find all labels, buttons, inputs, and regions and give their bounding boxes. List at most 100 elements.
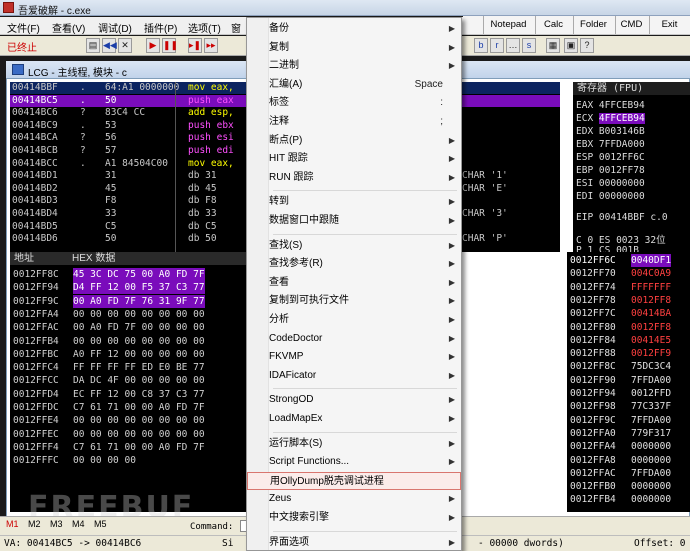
register-row[interactable]: ESI 00000000	[576, 178, 645, 189]
tab-calc[interactable]: Calc	[535, 16, 571, 34]
close-button[interactable]: ✕	[118, 38, 132, 53]
step-over-button[interactable]: ▸▸	[204, 38, 218, 53]
dump-row[interactable]: 0012FFCC DA DC 4F 00 00 00 00 00	[10, 374, 248, 387]
context-menu-item[interactable]: 注释;	[247, 113, 461, 131]
tab-cmd[interactable]: CMD	[615, 16, 647, 34]
context-menu-item[interactable]: RUN 跟踪 ▶	[247, 169, 461, 187]
context-menu-item[interactable]: HIT 跟踪 ▶	[247, 150, 461, 168]
menu-plugins[interactable]: 插件(P)	[144, 20, 177, 35]
context-menu-item[interactable]: 界面选项 ▶	[247, 534, 461, 551]
context-menu-item[interactable]: 汇编(A) Space	[247, 76, 461, 94]
stack-row[interactable]: 0012FF94 0012FFD	[567, 387, 690, 400]
dump-row[interactable]: 0012FFEC 00 00 00 00 00 00 00 00	[10, 428, 248, 441]
register-row[interactable]: C 0 ES 0023 32位	[576, 232, 666, 246]
register-value[interactable]: 00414BBF c.0	[599, 212, 668, 223]
context-menu-item[interactable]: 转到 ▶	[247, 193, 461, 211]
memory-dump-pane[interactable]: 0012FF8C 45 3C DC 75 00 A0 FD 7F 0012FF94 D…	[10, 252, 248, 512]
stack-row[interactable]: 0012FF88 0012FF9	[567, 347, 690, 360]
dump-row[interactable]: 0012FFB4 00 00 00 00 00 00 00 00	[10, 335, 248, 348]
register-row[interactable]: ESP 0012FF6C	[576, 152, 645, 163]
pause-button[interactable]: ❚❚	[162, 38, 178, 53]
tab-notepad[interactable]: Notepad	[483, 16, 533, 34]
context-menu-item[interactable]: 断点(P) ▶	[247, 132, 461, 150]
dump-row[interactable]: 0012FFFC 00 00 00 00	[10, 454, 248, 467]
dump-row[interactable]: 0012FFAC 00 A0 FD 7F 00 00 00 00	[10, 321, 248, 334]
register-value[interactable]: 00000000	[599, 178, 645, 189]
menu-options[interactable]: 选项(T)	[188, 20, 221, 35]
menu-file[interactable]: 文件(F)	[7, 20, 40, 35]
registers-button[interactable]: r	[490, 38, 504, 53]
context-menu-item[interactable]: 运行脚本(S) ▶	[247, 435, 461, 453]
context-menu-item[interactable]: 二进制 ▶	[247, 57, 461, 75]
context-menu-item[interactable]: 复制到可执行文件 ▶	[247, 292, 461, 310]
stack-row[interactable]: 0012FFB0 0000000	[567, 480, 690, 493]
tab-m1[interactable]: M1	[6, 519, 19, 529]
dump-row[interactable]: 0012FFDC C7 61 71 00 00 A0 FD 7F	[10, 401, 248, 414]
dump-row[interactable]: 0012FFBC A0 FF 12 00 00 00 00 00	[10, 348, 248, 361]
tab-m4[interactable]: M4	[72, 519, 85, 529]
dump-row[interactable]: 0012FFA4 00 00 00 00 00 00 00 00	[10, 308, 248, 321]
context-menu-item[interactable]: CodeDoctor ▶	[247, 330, 461, 348]
context-menu-item[interactable]: Zeus ▶	[247, 490, 461, 508]
stack-row[interactable]: 0012FFA4 0000000	[567, 440, 690, 453]
register-value[interactable]: 0012FF78	[599, 165, 645, 176]
tab-exit[interactable]: Exit	[649, 16, 689, 34]
register-row[interactable]: EDX B003146B	[576, 126, 645, 137]
context-menu-item[interactable]: 备份 ▶	[247, 20, 461, 38]
run-button[interactable]: ▶	[146, 38, 160, 53]
register-row[interactable]: EBX 7FFDA000	[576, 139, 645, 150]
stack-row[interactable]: 0012FF6C 0040DF1	[567, 254, 690, 267]
register-value[interactable]: 4FFCEB94	[599, 100, 645, 111]
context-menu-item[interactable]: StrongOD ▶	[247, 391, 461, 409]
context-menu-item[interactable]: LoadMapEx ▶	[247, 410, 461, 428]
register-value[interactable]: 4FFCEB94	[598, 113, 645, 124]
stack-row[interactable]: 0012FF9C 7FFDA00	[567, 414, 690, 427]
source-button[interactable]: s	[522, 38, 536, 53]
menu-view[interactable]: 查看(V)	[52, 20, 85, 35]
register-row[interactable]: EIP 00414BBF c.0	[576, 212, 668, 223]
register-value[interactable]: B003146B	[599, 126, 645, 137]
register-row[interactable]: EBP 0012FF78	[576, 165, 645, 176]
context-menu-item[interactable]: 查找参考(R) ▶	[247, 255, 461, 273]
dump-row[interactable]: 0012FFF4 C7 61 71 00 00 A0 FD 7F	[10, 441, 248, 454]
context-menu-item[interactable]: 分析 ▶	[247, 311, 461, 329]
restart-button[interactable]: ◀◀	[102, 38, 117, 53]
register-value[interactable]: 00000000	[599, 191, 645, 202]
dump-row[interactable]: 0012FFE4 00 00 00 00 00 00 00 00	[10, 414, 248, 427]
tab-m2[interactable]: M2	[28, 519, 41, 529]
context-menu-item[interactable]: IDAFicator ▶	[247, 367, 461, 385]
stack-row[interactable]: 0012FF98 77C337F	[567, 400, 690, 413]
tab-m5[interactable]: M5	[94, 519, 107, 529]
stack-row[interactable]: 0012FFA8 0000000	[567, 454, 690, 467]
dump-row[interactable]: 0012FF8C 45 3C DC 75 00 A0 FD 7F	[10, 268, 248, 281]
grid-icon[interactable]: ▦	[546, 38, 560, 53]
dump-row[interactable]: 0012FF94 D4 FF 12 00 F5 37 C3 77	[10, 281, 248, 295]
context-menu-item[interactable]: 数据窗口中跟随 ▶	[247, 212, 461, 230]
stack-row[interactable]: 0012FFA0 779F317	[567, 427, 690, 440]
stack-row[interactable]: 0012FF90 7FFDA00	[567, 374, 690, 387]
context-menu-item[interactable]: 用OllyDump脱壳调试进程	[247, 471, 461, 490]
stack-pane[interactable]: 0012FF6C 0040DF1 0012FF70 004C0A9 0012FF74 FF…	[567, 252, 690, 512]
open-folder-icon[interactable]: ▤	[86, 38, 100, 53]
register-value[interactable]: 0012FF6C	[599, 152, 645, 163]
context-menu-item[interactable]: 复制 ▶	[247, 39, 461, 57]
stack-row[interactable]: 0012FF7C 00414BA	[567, 307, 690, 320]
context-menu-item[interactable]: 标签:	[247, 94, 461, 112]
stack-row[interactable]: 0012FF80 0012FF8	[567, 321, 690, 334]
stack-row[interactable]: 0012FFAC 7FFDA00	[567, 467, 690, 480]
stack-row[interactable]: 0012FFB4 0000000	[567, 493, 690, 506]
stack-row[interactable]: 0012FF84 00414E5	[567, 334, 690, 347]
more-button[interactable]: …	[506, 38, 520, 53]
context-menu-item[interactable]: FKVMP ▶	[247, 348, 461, 366]
breakpoints-button[interactable]: b	[474, 38, 488, 53]
menu-window[interactable]: 窗	[231, 20, 241, 35]
step-into-button[interactable]: ▸❚	[188, 38, 202, 53]
registers-pane[interactable]: 寄存器 (FPU) EAX 4FFCEB94 ECX 4FFCEB94 EDX B0…	[573, 82, 690, 256]
stack-row[interactable]: 0012FF70 004C0A9	[567, 267, 690, 280]
tab-m3[interactable]: M3	[50, 519, 63, 529]
help-icon[interactable]: ?	[580, 38, 594, 53]
menu-debug[interactable]: 调试(D)	[98, 20, 132, 35]
stack-row[interactable]: 0012FF74 FFFFFFF	[567, 281, 690, 294]
context-menu-item[interactable]: Script Functions... ▶	[247, 453, 461, 471]
dump-row[interactable]: 0012FFD4 EC FF 12 00 C8 37 C3 77	[10, 388, 248, 401]
